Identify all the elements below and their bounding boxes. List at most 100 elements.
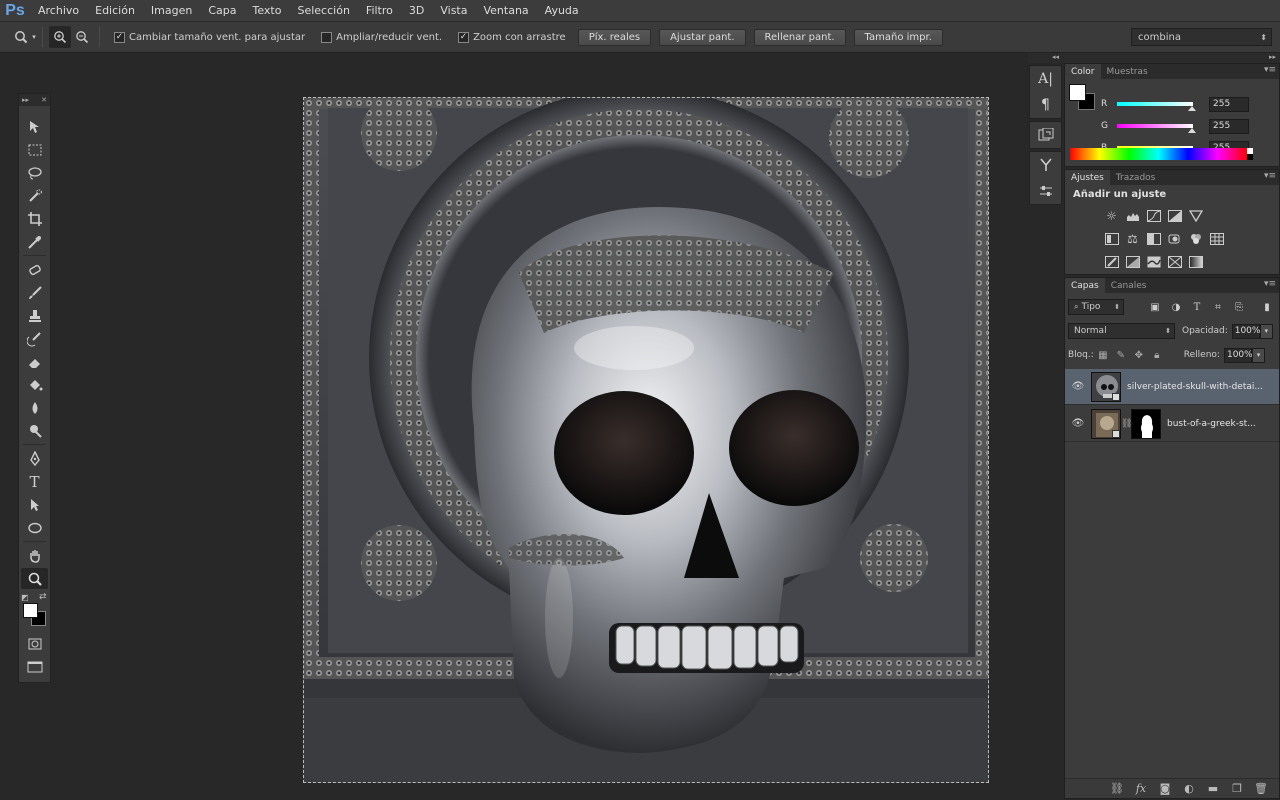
visibility-eye-icon[interactable]: 👁︎ [1065, 418, 1091, 429]
gradient-map-icon[interactable] [1185, 251, 1206, 272]
link-layers-icon[interactable]: ⛓︎ [1105, 782, 1129, 795]
quick-selection-tool-icon[interactable] [21, 185, 48, 206]
lasso-tool-icon[interactable] [21, 162, 48, 183]
red-slider[interactable] [1117, 102, 1196, 111]
filter-shape-icon[interactable]: ⌗ [1210, 299, 1226, 315]
menu-edicion[interactable]: Edición [87, 0, 143, 22]
tab-capas[interactable]: Capas [1065, 278, 1105, 293]
layer-name[interactable]: bust-of-a-greek-st... [1167, 419, 1256, 429]
crop-tool-icon[interactable] [21, 208, 48, 229]
vibrance-icon[interactable] [1185, 205, 1206, 226]
layer-thumbnail[interactable] [1091, 408, 1121, 439]
layer-thumbnail[interactable] [1091, 371, 1121, 402]
menu-ventana[interactable]: Ventana [475, 0, 536, 22]
foreground-color-swatch[interactable] [1069, 84, 1086, 101]
menu-filtro[interactable]: Filtro [358, 0, 401, 22]
document-canvas[interactable] [303, 97, 989, 783]
marquee-tool-icon[interactable] [21, 139, 48, 160]
menu-texto[interactable]: Texto [245, 0, 290, 22]
invert-icon[interactable] [1101, 251, 1122, 272]
layer-name[interactable]: silver-plated-skull-with-detai... [1127, 382, 1263, 392]
right-panels-collapse-icon[interactable]: ▸▸ [1064, 53, 1280, 63]
brush-tool-icon[interactable] [21, 282, 48, 303]
checkbox-checked-icon[interactable]: ✓ [458, 31, 470, 43]
zoom-in-icon[interactable] [49, 26, 71, 48]
menu-seleccion[interactable]: Selección [289, 0, 357, 22]
print-size-button[interactable]: Tamaño impr. [853, 28, 943, 46]
lock-position-icon[interactable]: ✥ [1130, 347, 1148, 363]
posterize-icon[interactable] [1122, 251, 1143, 272]
opacity-dropdown-icon[interactable]: ▾ [1259, 323, 1273, 339]
eyedropper-tool-icon[interactable] [21, 231, 48, 252]
new-group-icon[interactable]: ▬ [1201, 782, 1225, 795]
scrubby-zoom-checkbox[interactable]: ✓ Zoom con arrastre [458, 31, 566, 43]
tab-color[interactable]: Color [1065, 64, 1101, 79]
panel-menu-icon[interactable]: ▾≡ [1264, 65, 1276, 75]
tab-trazados[interactable]: Trazados [1110, 170, 1162, 185]
canvas-area[interactable] [0, 53, 1028, 800]
dodge-tool-icon[interactable] [21, 420, 48, 441]
tab-canales[interactable]: Canales [1105, 278, 1153, 293]
blend-mode-select[interactable]: Normal ⬍ [1068, 323, 1175, 339]
quick-mask-icon[interactable] [21, 633, 48, 654]
checkbox-checked-icon[interactable]: ✓ [114, 31, 125, 43]
zoom-all-windows-checkbox[interactable]: Ampliar/reducir vent. [321, 31, 442, 43]
close-icon[interactable]: ✕ [41, 96, 47, 104]
exposure-icon[interactable] [1164, 205, 1185, 226]
screen-mode-icon[interactable] [21, 656, 48, 677]
color-swatches[interactable]: ◩ ⇄ [19, 592, 50, 631]
tab-ajustes[interactable]: Ajustes [1065, 170, 1110, 185]
lock-transparent-icon[interactable]: ▦ [1094, 347, 1112, 363]
filter-type-icon[interactable]: T [1189, 299, 1205, 315]
dock-collapse-icon[interactable]: ◂◂ [1028, 53, 1063, 63]
channel-mixer-icon[interactable] [1185, 228, 1206, 249]
panel-menu-icon[interactable]: ▾≡ [1264, 171, 1276, 181]
chain-link-icon[interactable]: ⛓︎ [1121, 419, 1132, 429]
new-adjustment-layer-icon[interactable]: ◐ [1177, 782, 1201, 795]
filter-adjustment-icon[interactable]: ◑ [1168, 299, 1184, 315]
curves-icon[interactable] [1143, 205, 1164, 226]
zoom-out-icon[interactable] [71, 26, 93, 48]
opacity-field[interactable]: 100% [1231, 323, 1260, 339]
black-white-ramp[interactable] [1247, 148, 1253, 160]
fill-dropdown-icon[interactable]: ▾ [1251, 347, 1265, 363]
visibility-eye-icon[interactable]: 👁︎ [1065, 381, 1091, 392]
layer-filter-select[interactable]: ⌕ Tipo ⬍ [1068, 299, 1124, 315]
character-panel-icon[interactable]: A| [1030, 66, 1061, 92]
slider-thumb-icon[interactable] [1188, 106, 1196, 111]
hue-saturation-icon[interactable] [1101, 228, 1122, 249]
color-balance-icon[interactable]: ⚖ [1122, 228, 1143, 249]
blur-tool-icon[interactable] [21, 397, 48, 418]
color-spectrum-bar[interactable] [1070, 148, 1247, 160]
tool-presets-icon[interactable] [1030, 152, 1061, 178]
panel-menu-icon[interactable]: ▾≡ [1264, 279, 1276, 289]
tab-muestras[interactable]: Muestras [1101, 64, 1154, 79]
swap-colors-icon[interactable]: ⇄ [39, 592, 47, 602]
fill-screen-button[interactable]: Rellenar pant. [753, 28, 846, 46]
layer-style-fx-icon[interactable]: fx [1129, 782, 1153, 795]
lock-all-icon[interactable]: 🔒︎ [1148, 347, 1166, 363]
layer-mask-thumbnail[interactable] [1131, 408, 1161, 439]
checkbox-unchecked-icon[interactable] [321, 31, 333, 43]
resize-windows-checkbox[interactable]: ✓ Cambiar tamaño vent. para ajustar [114, 31, 305, 43]
levels-icon[interactable] [1122, 205, 1143, 226]
menu-ayuda[interactable]: Ayuda [537, 0, 587, 22]
filter-pixel-icon[interactable]: ▣ [1147, 299, 1163, 315]
eraser-tool-icon[interactable] [21, 351, 48, 372]
threshold-icon[interactable] [1143, 251, 1164, 272]
clone-stamp-tool-icon[interactable] [21, 305, 48, 326]
menu-capa[interactable]: Capa [200, 0, 244, 22]
layer-row[interactable]: 👁︎ ⛓︎ bust-of-a-greek-st... [1065, 406, 1279, 442]
menu-imagen[interactable]: Imagen [143, 0, 200, 22]
history-panel-icon[interactable] [1030, 122, 1061, 148]
green-slider[interactable] [1117, 124, 1196, 133]
menu-vista[interactable]: Vista [432, 0, 475, 22]
selective-color-icon[interactable] [1164, 251, 1185, 272]
layer-row[interactable]: 👁︎ silver-plated-skull-with-detai... [1065, 369, 1279, 405]
ellipse-tool-icon[interactable] [21, 517, 48, 538]
lock-image-icon[interactable]: ✎ [1112, 347, 1130, 363]
brightness-contrast-icon[interactable]: ☼ [1101, 205, 1122, 226]
trash-icon[interactable]: 🗑︎ [1249, 782, 1273, 795]
photo-filter-icon[interactable] [1164, 228, 1185, 249]
zoom-tool-preset-icon[interactable]: ▾ [14, 26, 36, 48]
